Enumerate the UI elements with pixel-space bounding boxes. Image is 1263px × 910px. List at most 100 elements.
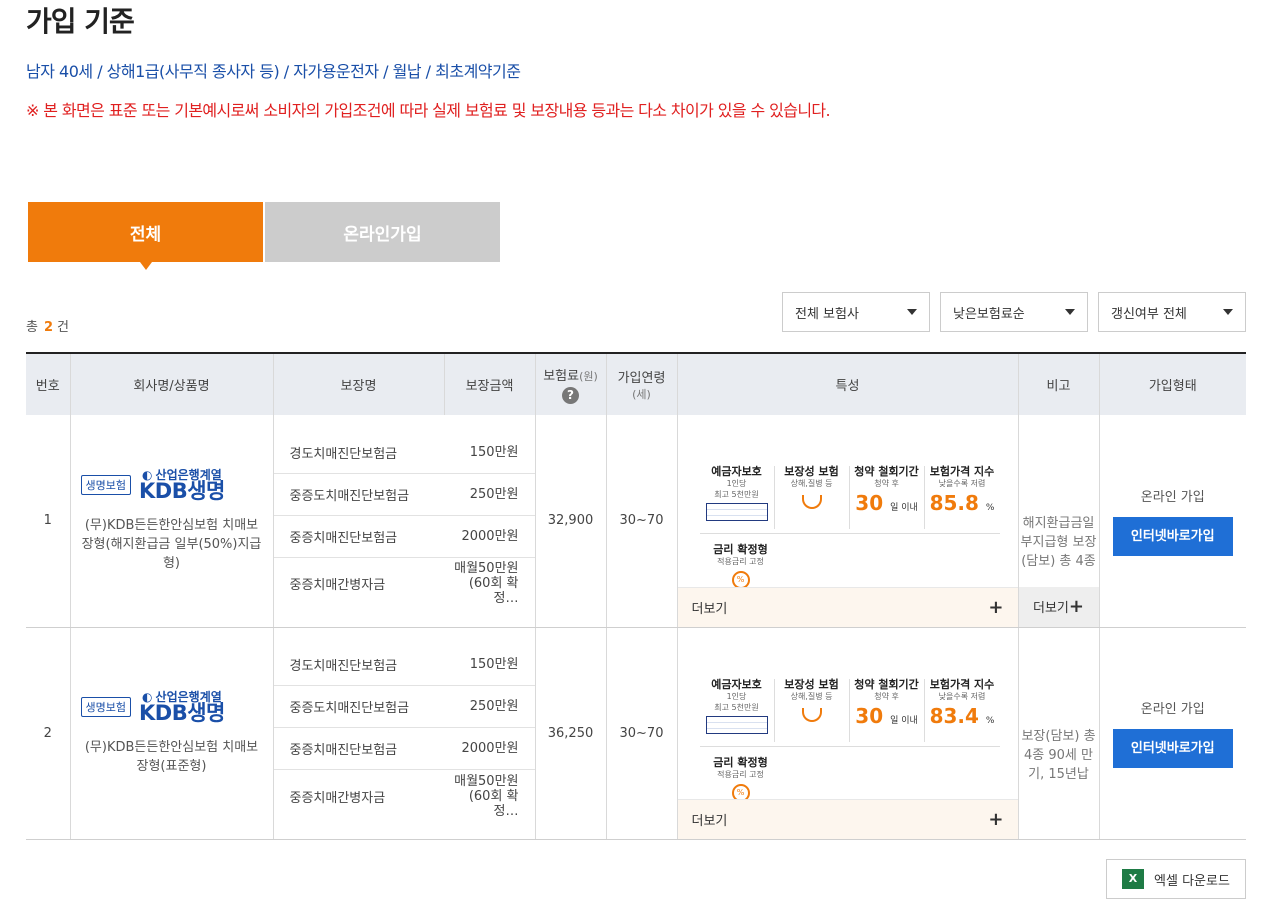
tab-all[interactable]: 전체 bbox=[28, 202, 263, 270]
coverage-list: 경도치매진단보험금 150만원 중증도치매진단보험금 250만원 중증치매진단보험금… bbox=[272, 415, 535, 628]
features-more-button[interactable]: 더보기 + bbox=[677, 798, 1018, 839]
caret-down-icon bbox=[1223, 309, 1233, 315]
coverage-item: 중증치매진단보험금 2000만원 bbox=[273, 516, 535, 558]
insurer-type-tag: 생명보험 bbox=[80, 475, 131, 496]
header-age: 가입연령 (세) bbox=[605, 352, 677, 415]
product-name[interactable]: (무)KDB든든한안심보험 치매보장형(해지환급금 일부(50%)지급형) bbox=[81, 516, 263, 573]
index-value: 83.4 bbox=[929, 703, 979, 728]
header-amount: 보장금액 bbox=[443, 352, 535, 415]
coverage-amount: 2000만원 bbox=[461, 741, 519, 756]
coverage-item: 중증도치매진단보험금 250만원 bbox=[273, 686, 535, 728]
feature-sub: 적용금리 고정 bbox=[717, 557, 764, 567]
note-cell: 해지환급금일부지급형 보장(담보) 총 4종 더보기 + bbox=[1017, 415, 1099, 628]
feature-sub: 적용금리 고정 bbox=[717, 769, 764, 779]
feature-coverage: 보장성 보험 상해,질병 등 bbox=[775, 466, 850, 530]
feature-sub: 청약 후 bbox=[874, 479, 899, 489]
header-premium-unit: (원) bbox=[579, 370, 598, 383]
online-join-button[interactable]: 인터넷바로가입 bbox=[1112, 516, 1233, 556]
row-no: 1 bbox=[26, 415, 70, 628]
feature-grid: 예금자보호 1인당 최고 5천만원 보장성 보험 상해,질병 등 청약 철회기간… bbox=[699, 677, 1000, 747]
index-unit: % bbox=[985, 503, 995, 514]
plus-icon: + bbox=[988, 808, 1004, 830]
online-join-button[interactable]: 인터넷바로가입 bbox=[1112, 729, 1233, 768]
coverage-amount: 매월50만원 (60회 확정… bbox=[454, 773, 519, 819]
coverage-amount: 150만원 bbox=[469, 657, 519, 672]
brand-name: KDB생명 bbox=[138, 478, 225, 503]
insurer-logo: 생명보험 ◐ 산업은행계열 KDB생명 bbox=[80, 691, 263, 725]
coverage-name: 중증치매간병자금 bbox=[289, 790, 386, 806]
coverage-name: 중증도치매진단보험금 bbox=[289, 488, 410, 504]
coverage-item: 경도치매진단보험금 150만원 bbox=[273, 432, 535, 474]
cancel-period: 30 일 이내 bbox=[850, 491, 924, 515]
notice-text: ※ 본 화면은 표준 또는 기본예시로써 소비자의 가입조건에 따라 실제 보험… bbox=[26, 101, 831, 120]
criteria-text: 남자 40세 / 상해1급(사무직 종사자 등) / 자가용운전자 / 월납 /… bbox=[26, 62, 521, 81]
excel-download-button[interactable]: X 엑셀 다운로드 bbox=[1106, 859, 1246, 899]
coverage-name: 중증치매진단보험금 bbox=[289, 743, 398, 758]
product-name[interactable]: (무)KDB든든한안심보험 치매보장형(표준형) bbox=[81, 738, 263, 776]
feature-rate: 금리 확정형 적용금리 고정 % bbox=[700, 544, 782, 590]
filter-bar: 전체 보험사 낮은보험료순 갱신여부 전체 bbox=[782, 292, 1246, 332]
header-age-unit: (세) bbox=[632, 388, 651, 401]
coverage-item: 중증치매진단보험금 2000만원 bbox=[273, 728, 535, 770]
count-value: 2 bbox=[43, 320, 54, 335]
coverage-name: 중증도치매진단보험금 bbox=[289, 701, 410, 716]
product-table: 번호 회사명/상품명 보장명 보장금액 보험료(원) ? 가입연령 (세) 특성… bbox=[26, 352, 1246, 840]
feature-sub: 상해,질병 등 bbox=[790, 691, 833, 701]
cancel-value: 30 bbox=[855, 703, 884, 728]
feature-title: 예금자보호 bbox=[711, 677, 762, 691]
sort-select[interactable]: 낮은보험료순 bbox=[940, 292, 1088, 332]
result-count: 총2건 bbox=[26, 316, 69, 335]
insurer-type-tag: 생명보험 bbox=[80, 697, 131, 717]
brand-logo: ◐ 산업은행계열 KDB생명 bbox=[139, 469, 225, 502]
renewal-select-value: 갱신여부 전체 bbox=[1111, 306, 1187, 322]
features-more-button[interactable]: 더보기 + bbox=[677, 586, 1018, 627]
feature-coverage: 보장성 보험 상해,질병 등 bbox=[775, 678, 850, 742]
coverage-amount: 매월50만원 (60회 확정… bbox=[454, 561, 519, 607]
note-more-button[interactable]: 더보기 + bbox=[1018, 586, 1099, 627]
help-icon[interactable]: ? bbox=[562, 387, 579, 404]
coverage-name: 경도치매진단보험금 bbox=[289, 446, 398, 462]
coverage-amount: 150만원 bbox=[469, 444, 519, 460]
feature-cancel: 청약 철회기간 청약 후 30 일 이내 bbox=[850, 465, 925, 530]
feature-deposit: 예금자보호 1인당 최고 5천만원 bbox=[700, 466, 775, 530]
features-cell: 예금자보호 1인당 최고 5천만원 보장성 보험 상해,질병 등 청약 철회기간… bbox=[676, 627, 1018, 840]
deposit-protection-badge-icon bbox=[705, 503, 768, 522]
feature-title: 청약 철회기간 bbox=[854, 465, 919, 479]
table-row: 2 생명보험 ◐ 산업은행계열 KDB생명 (무)KDB든든한안심보험 치매보장형… bbox=[26, 627, 1246, 840]
mortar-icon bbox=[801, 495, 822, 510]
count-suffix: 건 bbox=[57, 320, 69, 335]
coverage-name: 경도치매진단보험금 bbox=[289, 659, 398, 674]
insurer-select-value: 전체 보험사 bbox=[795, 306, 859, 322]
join-type: 온라인 가입 bbox=[1140, 702, 1205, 717]
renewal-select[interactable]: 갱신여부 전체 bbox=[1098, 292, 1246, 332]
feature-index: 보험가격 지수 낮을수록 저렴 83.4 % bbox=[925, 677, 1000, 742]
table-row: 1 생명보험 ◐ 산업은행계열 KDB생명 (무)KDB든든한안심보험 치매보장형… bbox=[26, 415, 1246, 628]
feature-sub: 최고 5천만원 bbox=[714, 490, 759, 500]
company-cell: 생명보험 ◐ 산업은행계열 KDB생명 (무)KDB든든한안심보험 치매보장형(표… bbox=[69, 627, 273, 840]
coverage-name: 중증치매간병자금 bbox=[289, 578, 386, 594]
caret-down-icon bbox=[1065, 309, 1075, 315]
header-features: 특성 bbox=[676, 352, 1018, 415]
join-cell: 온라인 가입 인터넷바로가입 bbox=[1098, 415, 1246, 628]
tab-online[interactable]: 온라인가입 bbox=[265, 202, 500, 262]
note-text: 보장(담보) 총 4종 90세 만기, 15년납 bbox=[1021, 728, 1096, 782]
feature-sub: 1인당 bbox=[726, 691, 747, 701]
count-prefix: 총 bbox=[26, 320, 38, 335]
insurer-select[interactable]: 전체 보험사 bbox=[782, 292, 930, 332]
header-no: 번호 bbox=[26, 352, 70, 415]
brand-name: KDB생명 bbox=[138, 700, 225, 725]
coverage-amount: 250만원 bbox=[469, 699, 519, 714]
header-premium-label: 보험료 bbox=[543, 369, 580, 384]
excel-icon: X bbox=[1122, 869, 1145, 889]
feature-title: 보험가격 지수 bbox=[929, 677, 995, 691]
feature-deposit: 예금자보호 1인당 최고 5천만원 bbox=[700, 677, 775, 742]
coverage-item: 중증치매간병자금 매월50만원 (60회 확정… bbox=[274, 770, 535, 822]
features-cell: 예금자보호 1인당 최고 5천만원 보장성 보험 상해,질병 등 청약 철회기간… bbox=[676, 415, 1018, 628]
feature-cancel: 청약 철회기간 청약 후 30 일 이내 bbox=[850, 678, 925, 742]
more-label: 더보기 bbox=[691, 601, 728, 617]
feature-sub: 상해,질병 등 bbox=[790, 479, 833, 489]
price-index: 83.4 % bbox=[925, 704, 1000, 728]
note-cell: 보장(담보) 총 4종 90세 만기, 15년납 bbox=[1017, 627, 1099, 840]
feature-sub: 낮을수록 저렴 bbox=[938, 691, 986, 701]
feature-sub: 1인당 bbox=[726, 479, 747, 489]
